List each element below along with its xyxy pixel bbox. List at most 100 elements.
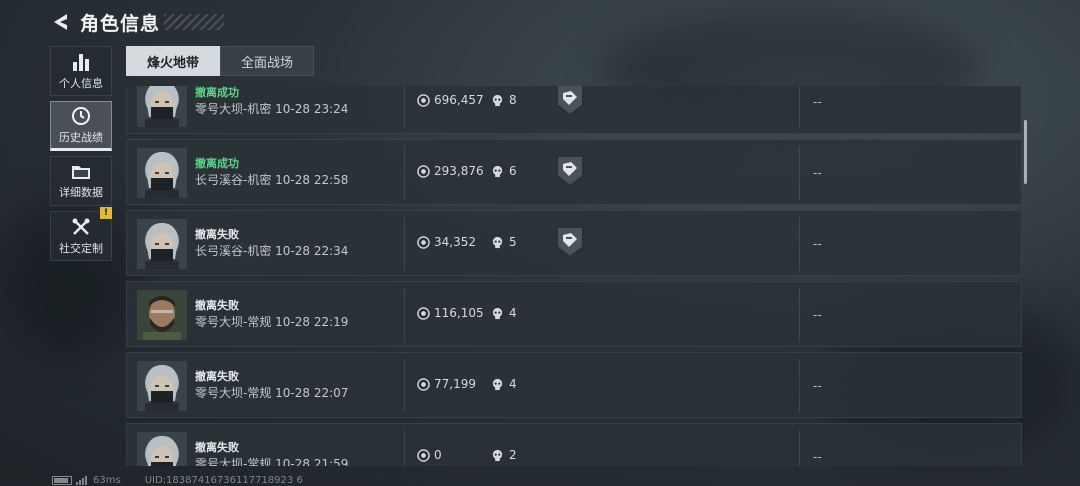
kill-count: 8 — [491, 93, 517, 107]
notification-badge: ! — [100, 207, 112, 219]
side-nav: 个人信息 历史战绩 详细数据 社交定制 ! — [50, 46, 112, 266]
achievement-badge-icon[interactable] — [555, 225, 585, 259]
map-and-time: 长弓溪谷-机密 10-28 22:58 — [195, 173, 349, 187]
nav-item-history[interactable]: 历史战绩 — [50, 101, 112, 151]
column-divider — [799, 288, 800, 342]
map-and-time: 零号大坝-机密 10-28 23:24 — [195, 102, 349, 116]
folder-icon — [72, 165, 90, 179]
operator-avatar — [137, 290, 187, 340]
tab-firezone[interactable]: 烽火地带 — [126, 46, 220, 76]
currency-icon — [417, 164, 430, 178]
achievement-badge-icon[interactable] — [555, 154, 585, 188]
extra-info: -- — [813, 166, 822, 180]
extraction-status: 撤离成功 — [195, 157, 239, 170]
map-and-time: 零号大坝-常规 10-28 22:19 — [195, 315, 349, 329]
loot-value: 696,457 — [417, 93, 484, 107]
nav-label: 个人信息 — [59, 76, 103, 90]
currency-icon — [417, 377, 430, 391]
kill-count: 5 — [491, 235, 517, 249]
map-and-time: 零号大坝-常规 10-28 21:59 — [195, 457, 349, 466]
map-and-time: 长弓溪谷-机密 10-28 22:34 — [195, 244, 349, 258]
history-record-row[interactable]: 撤离失败 零号大坝-常规 10-28 21:59 0 2 -- — [126, 423, 1022, 466]
loot-value: 116,105 — [417, 306, 484, 320]
loot-value: 293,876 — [417, 164, 484, 178]
kill-count-text: 4 — [509, 306, 517, 320]
uid-text: UID:18387416736117718923 6 — [144, 474, 303, 486]
column-divider — [799, 86, 800, 129]
column-divider — [404, 359, 405, 413]
loot-value-text: 293,876 — [434, 164, 484, 178]
extra-info: -- — [813, 237, 822, 251]
battery-icon — [52, 475, 72, 485]
kill-count-text: 8 — [509, 93, 517, 107]
extra-info: -- — [813, 95, 822, 109]
history-record-row[interactable]: 撤离失败长弓溪谷-机密 10-28 22:34 34,352 5 -- — [126, 210, 1022, 276]
nav-label: 历史战绩 — [59, 130, 103, 144]
header-bar: 角色信息 — [50, 8, 225, 36]
achievement-badge-icon[interactable] — [555, 86, 585, 117]
page-title: 角色信息 — [80, 12, 161, 35]
loot-value: 34,352 — [417, 235, 476, 249]
title-decoration — [164, 14, 225, 30]
clock-icon — [72, 106, 90, 125]
kill-count: 4 — [491, 306, 517, 320]
history-record-row[interactable]: 撤离失败零号大坝-常规 10-28 22:19 116,105 4 -- — [126, 281, 1022, 347]
nav-label: 详细数据 — [59, 185, 103, 199]
currency-icon — [417, 235, 430, 249]
nav-item-details[interactable]: 详细数据 — [50, 156, 112, 206]
loot-value-text: 116,105 — [434, 306, 484, 320]
kill-count: 2 — [491, 448, 517, 462]
tab-fullwar[interactable]: 全面战场 — [220, 46, 314, 76]
kill-skull-icon — [492, 449, 503, 461]
history-record-row[interactable]: 撤离成功长弓溪谷-机密 10-28 22:58 293,876 6 -- — [126, 139, 1022, 205]
kill-count-text: 6 — [509, 164, 517, 178]
column-divider — [404, 430, 405, 466]
match-history-list[interactable]: 撤离成功 零号大坝-机密 10-28 23:24 696,457 8 -- 撤离成功 长弓溪… — [126, 86, 1026, 466]
list-scrollbar[interactable] — [1024, 120, 1027, 184]
back-arrow-icon[interactable] — [50, 11, 72, 33]
history-record-row[interactable]: 撤离成功 零号大坝-机密 10-28 23:24 696,457 8 -- — [126, 86, 1022, 134]
mode-tabs: 烽火地带 全面战场 — [126, 46, 314, 76]
loot-value: 0 — [417, 448, 442, 462]
kill-count-text: 2 — [509, 448, 517, 462]
bar-chart-icon — [73, 53, 89, 71]
extra-info: -- — [813, 308, 822, 322]
kill-skull-icon — [492, 94, 503, 106]
column-divider — [799, 146, 800, 200]
extraction-status: 撤离失败 — [195, 228, 239, 241]
kill-count: 4 — [491, 377, 517, 391]
column-divider — [799, 430, 800, 466]
history-record-row[interactable]: 撤离失败 零号大坝-常规 10-28 22:07 77,199 4 -- — [126, 352, 1022, 418]
operator-avatar — [137, 86, 187, 127]
kill-count-text: 5 — [509, 235, 517, 249]
operator-avatar — [137, 432, 187, 466]
currency-icon — [417, 93, 430, 107]
nav-item-profile[interactable]: 个人信息 — [50, 46, 112, 96]
signal-icon — [76, 475, 88, 485]
operator-avatar — [137, 148, 187, 198]
kill-skull-icon — [492, 307, 503, 319]
ping-text: 63ms — [93, 474, 121, 486]
column-divider — [799, 359, 800, 413]
column-divider — [404, 146, 405, 200]
operator-avatar — [137, 219, 187, 269]
loot-value: 77,199 — [417, 377, 476, 391]
column-divider — [404, 288, 405, 342]
column-divider — [404, 86, 405, 129]
extraction-status: 撤离失败 — [195, 299, 239, 312]
currency-icon — [417, 448, 430, 462]
loot-value-text: 696,457 — [434, 93, 484, 107]
column-divider — [799, 217, 800, 271]
column-divider — [404, 217, 405, 271]
nav-label: 社交定制 — [59, 241, 103, 255]
extraction-status: 撤离失败 — [195, 370, 239, 383]
loot-value-text: 77,199 — [434, 377, 476, 391]
operator-avatar — [137, 361, 187, 411]
kill-count: 6 — [491, 164, 517, 178]
currency-icon — [417, 306, 430, 320]
nav-item-social[interactable]: 社交定制 ! — [50, 207, 112, 261]
extra-info: -- — [813, 379, 822, 393]
status-footer: 63ms UID:18387416736117718923 6 — [52, 474, 303, 486]
kill-skull-icon — [492, 378, 503, 390]
tools-icon — [72, 218, 90, 235]
